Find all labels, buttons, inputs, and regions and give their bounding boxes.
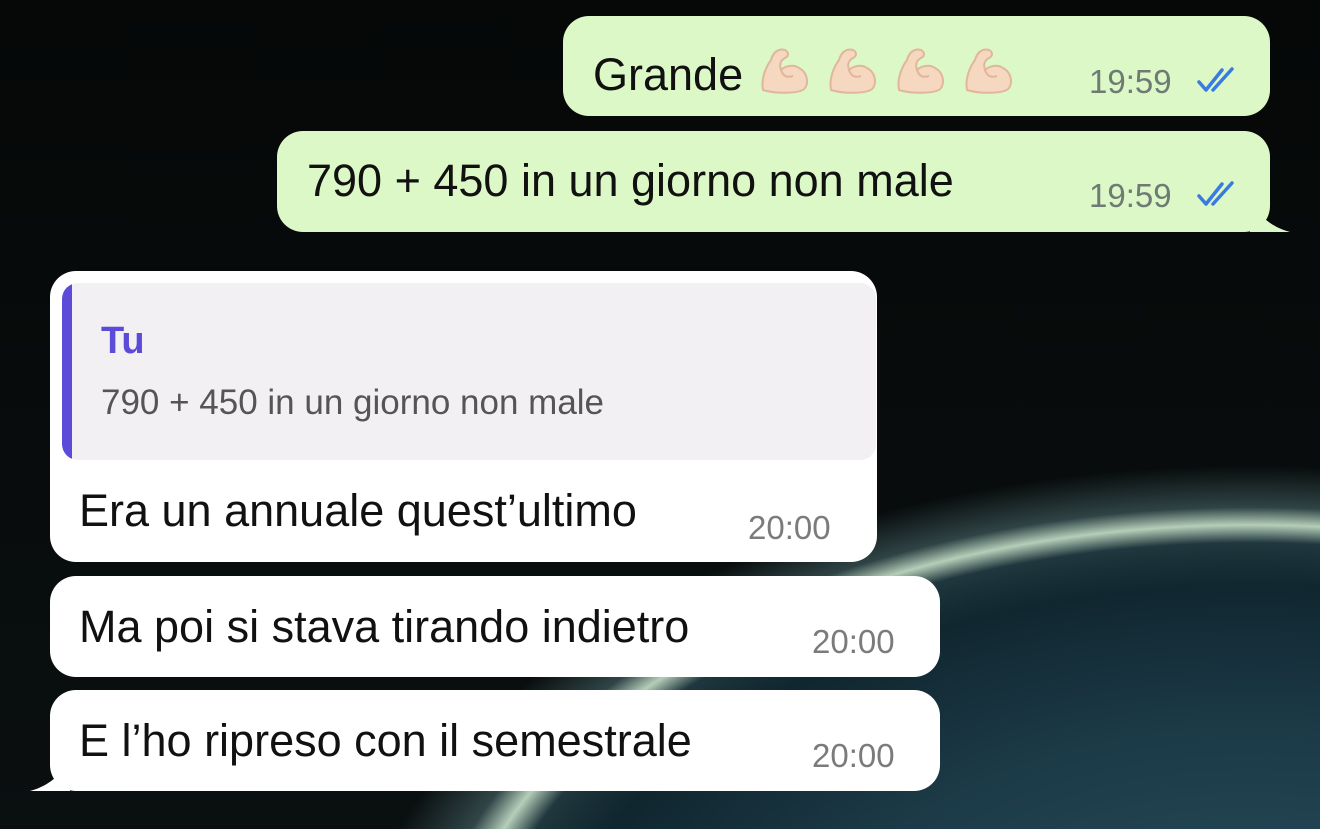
message-incoming[interactable]: E l’ho ripreso con il semestrale 20:00 [50, 690, 940, 791]
message-incoming[interactable]: Tu 790 + 450 in un giorno non male Era u… [50, 271, 877, 562]
double-check-icon [1197, 181, 1234, 206]
flexed-biceps-emoji [959, 44, 1015, 96]
message-text: E l’ho ripreso con il semestrale [79, 715, 692, 766]
flexed-biceps-emoji [823, 44, 879, 96]
message-time: 20:00 [748, 509, 831, 546]
message-text-label: Grande [593, 49, 744, 100]
chat-view[interactable]: Grande 19:59 790 + 450 in un giorno non … [0, 0, 1320, 829]
message-time: 20:00 [812, 623, 895, 660]
message-text: Era un annuale quest’ultimo [79, 485, 637, 536]
flexed-biceps-emoji [891, 44, 947, 96]
message-time: 19:59 [1089, 63, 1172, 100]
bubble-tail-outgoing [1250, 192, 1290, 232]
message-text: Grande [593, 44, 1015, 97]
reply-author: Tu [101, 320, 145, 362]
reply-quote[interactable]: Tu 790 + 450 in un giorno non male [62, 283, 876, 460]
double-check-icon [1197, 67, 1234, 92]
reply-text: 790 + 450 in un giorno non male [101, 383, 605, 422]
bubble-tail-incoming [30, 751, 70, 791]
message-text: Ma poi si stava tirando indietro [79, 601, 690, 652]
message-text: 790 + 450 in un giorno non male [307, 155, 954, 206]
message-outgoing[interactable]: Grande 19:59 [563, 16, 1270, 116]
message-incoming[interactable]: Ma poi si stava tirando indietro 20:00 [50, 576, 940, 677]
reply-accent-bar [62, 283, 72, 460]
message-time: 19:59 [1089, 177, 1172, 214]
flexed-biceps-emoji [755, 44, 811, 96]
message-time: 20:00 [812, 737, 895, 774]
message-outgoing[interactable]: 790 + 450 in un giorno non male 19:59 [277, 131, 1270, 232]
